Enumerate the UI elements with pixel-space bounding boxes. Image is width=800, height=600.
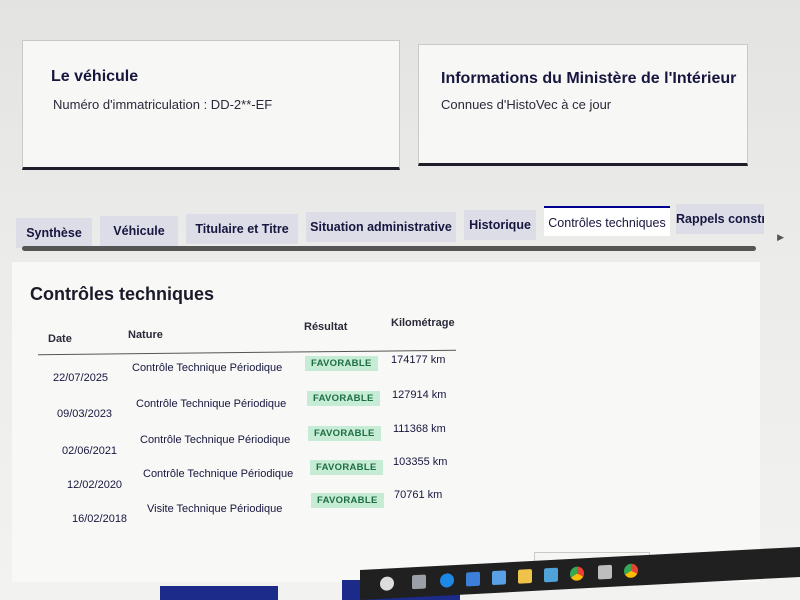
status-badge: FAVORABLE: [310, 460, 383, 475]
header-mileage: Kilométrage: [391, 317, 455, 329]
mail-icon[interactable]: [492, 570, 506, 586]
scroll-right-icon[interactable]: ▶: [777, 232, 784, 243]
row-nature: Contrôle Technique Périodique: [140, 434, 291, 446]
task-view-icon[interactable]: [412, 574, 426, 590]
row-date: 12/02/2020: [67, 479, 123, 491]
tab-controles-techniques[interactable]: Contrôles techniques: [544, 206, 670, 236]
chrome-icon[interactable]: [598, 564, 612, 580]
network-icon[interactable]: [544, 567, 558, 583]
registration-number: Numéro d'immatriculation : DD-2**-EF: [53, 97, 273, 112]
tab-rappels-constructeur[interactable]: Rappels constru: [676, 204, 764, 234]
row-mileage: 127914 km: [392, 389, 447, 401]
store-icon[interactable]: [466, 571, 480, 587]
tab-synthese[interactable]: Synthèse: [16, 218, 92, 248]
ministry-card-title: Informations du Ministère de l'Intérieur: [441, 70, 737, 87]
row-nature: Contrôle Technique Périodique: [132, 362, 283, 374]
header-date: Date: [48, 333, 72, 345]
tab-titulaire-titre[interactable]: Titulaire et Titre: [186, 214, 298, 244]
header-nature: Nature: [128, 329, 163, 341]
chrome-icon[interactable]: [570, 566, 584, 581]
row-nature: Contrôle Technique Périodique: [143, 468, 294, 480]
row-date: 16/02/2018: [72, 513, 128, 525]
status-badge: FAVORABLE: [308, 426, 381, 441]
row-nature: Contrôle Technique Périodique: [136, 398, 287, 410]
row-mileage: 174177 km: [391, 354, 446, 366]
tab-situation-administrative[interactable]: Situation administrative: [306, 212, 456, 242]
header-result: Résultat: [304, 321, 348, 333]
search-icon[interactable]: [380, 576, 394, 591]
tab-bar: Synthèse Véhicule Titulaire et Titre Sit…: [14, 204, 784, 254]
row-mileage: 70761 km: [394, 489, 443, 501]
bottom-button-left[interactable]: [160, 586, 278, 600]
vehicle-card: Le véhicule Numéro d'immatriculation : D…: [22, 40, 400, 170]
tab-scrollbar[interactable]: [22, 246, 756, 251]
screen: Le véhicule Numéro d'immatriculation : D…: [0, 0, 800, 600]
vehicle-card-title: Le véhicule: [51, 68, 139, 85]
edge-icon[interactable]: [440, 573, 454, 588]
status-badge: FAVORABLE: [307, 391, 380, 406]
chrome-icon[interactable]: [624, 563, 638, 579]
content-panel: [12, 262, 760, 582]
ministry-card: Informations du Ministère de l'Intérieur…: [418, 44, 748, 166]
ministry-card-subtitle: Connues d'HistoVec à ce jour: [441, 97, 612, 112]
folder-icon[interactable]: [518, 568, 532, 584]
row-nature: Visite Technique Périodique: [147, 503, 283, 515]
section-title: Contrôles techniques: [30, 284, 215, 304]
tab-vehicule[interactable]: Véhicule: [100, 216, 178, 246]
row-mileage: 103355 km: [393, 456, 448, 468]
status-badge: FAVORABLE: [311, 493, 384, 508]
row-date: 02/06/2021: [62, 445, 118, 457]
tab-historique[interactable]: Historique: [464, 210, 536, 240]
row-date: 09/03/2023: [57, 408, 113, 420]
status-badge: FAVORABLE: [305, 356, 378, 371]
row-date: 22/07/2025: [53, 372, 109, 384]
row-mileage: 111368 km: [393, 423, 446, 435]
